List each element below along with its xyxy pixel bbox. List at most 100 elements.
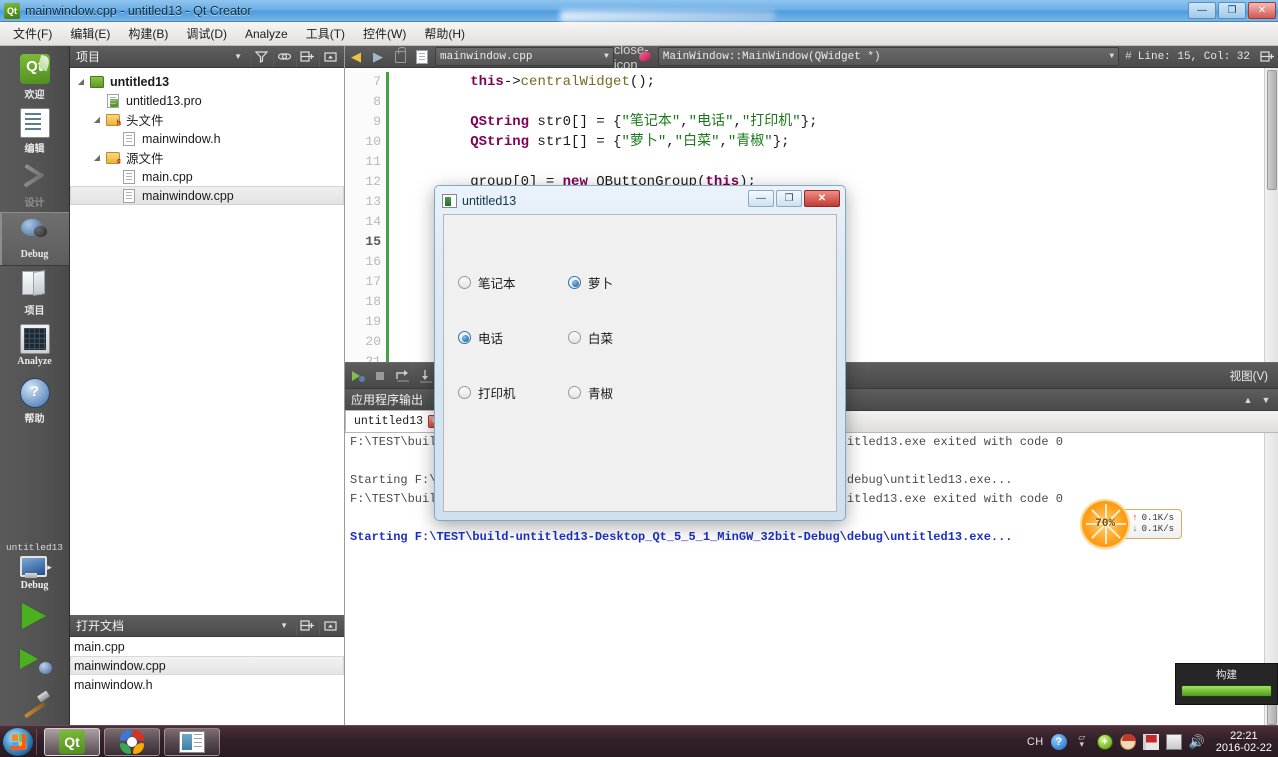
tree-expander[interactable]: ◢	[90, 115, 104, 124]
output-tab-untitled13[interactable]: untitled13 ✕	[345, 410, 449, 432]
mode-编辑[interactable]: 编辑	[0, 104, 69, 158]
radio-indicator[interactable]	[458, 386, 471, 399]
dialog-restore-button[interactable]: ❐	[776, 190, 802, 207]
tree-expander[interactable]: ◢	[74, 77, 88, 86]
tree-item[interactable]: main.cpp	[70, 167, 344, 186]
symbol-combo[interactable]: MainWindow::MainWindow(QWidget *) ▼	[657, 47, 1120, 66]
menu-help[interactable]: 帮助(H)	[415, 22, 474, 45]
taskbar-photo-viewer[interactable]	[104, 727, 160, 756]
menu-window[interactable]: 控件(W)	[354, 22, 415, 45]
tree-item[interactable]: mainwindow.cpp	[70, 186, 344, 205]
open-file-combo[interactable]: mainwindow.cpp ▼	[435, 47, 614, 66]
link-sync-icon[interactable]	[273, 46, 295, 67]
radio-indicator[interactable]	[568, 386, 581, 399]
chevron-down-icon: ▼	[1109, 52, 1115, 61]
radio-indicator[interactable]	[458, 331, 471, 344]
windows-start-icon[interactable]	[3, 727, 33, 756]
project-dock-dropdown[interactable]: ▼	[226, 52, 250, 61]
run-button[interactable]	[18, 601, 52, 631]
ime-indicator[interactable]: CH	[1027, 736, 1044, 748]
kit-selector[interactable]: ▸	[0, 555, 69, 579]
taskbar-qt-creator[interactable]: Qt	[44, 727, 100, 756]
radio-打印机[interactable]: 打印机	[458, 383, 568, 402]
menu-edit[interactable]: 编辑(E)	[61, 22, 119, 45]
line-column-indicator[interactable]: # Line: 15, Col: 32	[1119, 51, 1256, 63]
tree-item[interactable]: ◢ c 源文件	[70, 148, 344, 167]
project-tree[interactable]: ◢ untitled13 untitled13.pro ◢ h 头文件 mainwindow…	[70, 68, 344, 615]
arrow-back-icon[interactable]: ◀	[345, 46, 367, 67]
mode-帮助[interactable]: 帮助	[0, 374, 69, 428]
radio-白菜[interactable]: 白菜	[568, 328, 678, 347]
restore-button[interactable]: ❐	[1218, 2, 1246, 19]
split-add-icon[interactable]	[296, 615, 318, 636]
qq-penguin-icon[interactable]	[1119, 733, 1136, 750]
mode-欢迎[interactable]: Qt 欢迎	[0, 50, 69, 104]
arrow-forward-icon[interactable]: ▶	[367, 46, 389, 67]
radio-indicator[interactable]	[458, 276, 471, 289]
open-document-item[interactable]: main.cpp	[70, 637, 344, 656]
analyze-grid-icon	[19, 324, 50, 354]
run-controls	[0, 601, 69, 719]
header-folder-icon: h	[104, 113, 122, 127]
split-add-icon[interactable]	[1256, 46, 1278, 67]
radio-青椒[interactable]: 青椒	[568, 383, 678, 402]
tree-item[interactable]: untitled13.pro	[70, 91, 344, 110]
open-document-item[interactable]: mainwindow.h	[70, 675, 344, 694]
radio-电话[interactable]: 电话	[458, 328, 568, 347]
minimize-button[interactable]: —	[1188, 2, 1216, 19]
output-minimize-icon[interactable]: ▲	[1240, 395, 1256, 405]
stop-icon[interactable]	[368, 364, 391, 388]
close-button[interactable]: ✕	[1248, 2, 1276, 19]
file-icon	[120, 169, 138, 184]
split-add-icon[interactable]	[296, 46, 318, 67]
build-button[interactable]	[18, 689, 52, 719]
close-icon[interactable]: close-icon	[614, 42, 649, 72]
mode-项目[interactable]: 项目	[0, 266, 69, 320]
taskbar-clock[interactable]: 22:21 2016-02-22	[1212, 730, 1272, 754]
menu-analyze[interactable]: Analyze	[236, 24, 297, 44]
monitor-icon	[17, 555, 48, 579]
network-speed-widget[interactable]: 70% ↑ 0.1K/s ↓ 0.1K/s	[1082, 501, 1182, 547]
step-over-icon[interactable]	[391, 364, 414, 388]
continue-icon[interactable]	[345, 364, 368, 388]
mode-debug[interactable]: Debug	[0, 212, 69, 266]
menu-file[interactable]: 文件(F)	[4, 22, 61, 45]
open-document-item[interactable]: mainwindow.cpp	[70, 656, 344, 675]
tree-expander[interactable]: ◢	[90, 153, 104, 162]
view-menu-button[interactable]: 视图(V)	[1220, 368, 1278, 384]
menu-tools[interactable]: 工具(T)	[297, 22, 354, 45]
dock-close-icon[interactable]	[319, 46, 341, 67]
editor-scrollbar-thumb[interactable]	[1267, 70, 1277, 190]
output-close-icon[interactable]: ▼	[1258, 395, 1274, 405]
tree-item[interactable]: ◢ untitled13	[70, 72, 344, 91]
editor-scrollbar[interactable]	[1264, 68, 1278, 362]
tree-item-label: 源文件	[126, 152, 164, 166]
radio-萝卜[interactable]: 萝卜	[568, 273, 678, 292]
app-dialog-untitled13[interactable]: untitled13 — ❐ ✕ 笔记本 萝卜 电话 白菜 打印机 青椒	[434, 185, 846, 521]
green-shield-icon[interactable]	[1096, 733, 1113, 750]
dialog-client-area: 笔记本 萝卜电话 白菜打印机 青椒	[443, 214, 837, 512]
debug-button[interactable]	[18, 645, 52, 675]
tree-item[interactable]: ◢ h 头文件	[70, 110, 344, 129]
help-circle-icon[interactable]: ?	[1050, 733, 1067, 750]
radio-indicator[interactable]	[568, 331, 581, 344]
network-icon[interactable]	[1165, 733, 1182, 750]
dialog-minimize-button[interactable]: —	[748, 190, 774, 207]
opendocs-dock-dropdown[interactable]: ▼	[272, 621, 296, 630]
dock-close-icon[interactable]	[319, 615, 341, 636]
show-hidden-icon[interactable]: ▱ ▾	[1074, 732, 1090, 750]
menu-build[interactable]: 构建(B)	[119, 22, 177, 45]
dialog-close-button[interactable]: ✕	[804, 190, 840, 207]
menu-debug[interactable]: 调试(D)	[177, 22, 236, 45]
tree-item[interactable]: mainwindow.h	[70, 129, 344, 148]
taskbar-document[interactable]	[164, 727, 220, 756]
action-center-flag-icon[interactable]	[1142, 733, 1159, 750]
radio-笔记本[interactable]: 笔记本	[458, 273, 568, 292]
open-documents-list[interactable]: main.cpp mainwindow.cpp mainwindow.h	[70, 637, 344, 727]
volume-icon[interactable]: 🔊	[1189, 734, 1205, 750]
lock-icon[interactable]	[389, 46, 411, 67]
filter-icon[interactable]	[250, 46, 272, 67]
opendocs-dock-header: 打开文档 ▼	[70, 615, 344, 637]
radio-indicator[interactable]	[568, 276, 581, 289]
mode-analyze[interactable]: Analyze	[0, 320, 69, 374]
